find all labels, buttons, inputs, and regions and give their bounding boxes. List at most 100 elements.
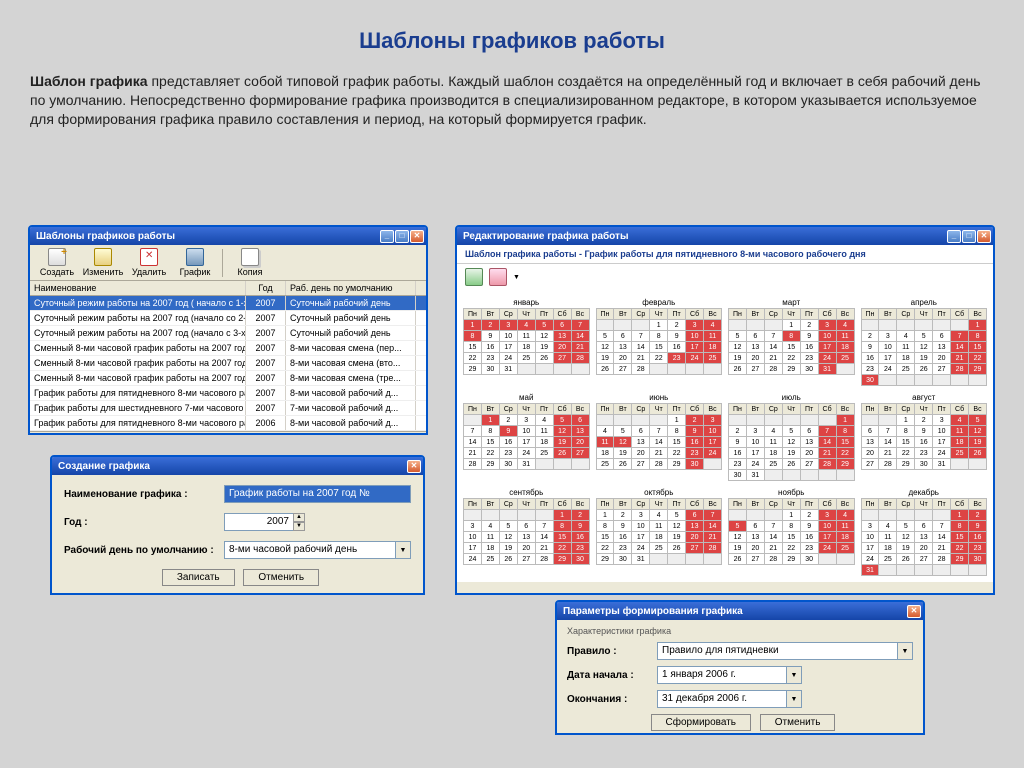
calendar-day[interactable]: 19 xyxy=(668,532,686,543)
calendar-day[interactable]: 18 xyxy=(836,342,854,353)
calendar-day[interactable]: 21 xyxy=(535,543,553,554)
calendar-day[interactable]: 18 xyxy=(481,543,499,554)
close-icon[interactable]: ✕ xyxy=(907,605,921,618)
calendar-day[interactable]: 26 xyxy=(553,448,571,459)
calendar-day[interactable]: 20 xyxy=(553,342,571,353)
calendar-day[interactable]: 13 xyxy=(632,437,650,448)
calendar-day[interactable]: 11 xyxy=(481,532,499,543)
calendar-day[interactable]: 22 xyxy=(836,448,854,459)
calendar-day[interactable]: 31 xyxy=(933,459,951,470)
calendar-day[interactable]: 19 xyxy=(535,342,553,353)
calendar-day[interactable]: 8 xyxy=(782,521,800,532)
calendar-day[interactable]: 1 xyxy=(464,320,482,331)
calendar-day[interactable]: 17 xyxy=(746,448,764,459)
calendar-day[interactable]: 19 xyxy=(729,353,747,364)
calendar-day[interactable]: 20 xyxy=(571,437,589,448)
calendar-day[interactable]: 14 xyxy=(818,437,836,448)
calendar-day[interactable]: 22 xyxy=(897,448,915,459)
calendar-day[interactable]: 10 xyxy=(704,426,722,437)
calendar-day[interactable]: 12 xyxy=(596,342,614,353)
calendar-day[interactable]: 24 xyxy=(632,543,650,554)
calendar-day[interactable]: 8 xyxy=(481,426,499,437)
calendar-day[interactable]: 26 xyxy=(969,448,987,459)
calendar-day[interactable]: 9 xyxy=(668,331,686,342)
calendar-day[interactable]: 26 xyxy=(499,554,517,565)
calendar-day[interactable]: 4 xyxy=(836,510,854,521)
calendar-day[interactable]: 18 xyxy=(879,543,897,554)
table-row[interactable]: График работы для пятидневного 8-ми часо… xyxy=(30,416,426,431)
calendar-day[interactable]: 30 xyxy=(571,554,589,565)
calendar-day[interactable]: 4 xyxy=(879,521,897,532)
calendar-day[interactable]: 15 xyxy=(464,342,482,353)
calendar-day[interactable]: 23 xyxy=(800,543,818,554)
calendar-day[interactable]: 14 xyxy=(632,342,650,353)
calendar-day[interactable]: 21 xyxy=(933,543,951,554)
templates-titlebar[interactable]: Шаблоны графиков работы _ □ ✕ xyxy=(30,227,426,245)
calendar-day[interactable]: 15 xyxy=(650,342,668,353)
calendar-day[interactable]: 13 xyxy=(686,521,704,532)
calendar-day[interactable]: 1 xyxy=(836,415,854,426)
generate-button[interactable]: Сформировать xyxy=(651,714,752,731)
calendar-day[interactable]: 11 xyxy=(596,437,614,448)
calendar-day[interactable]: 19 xyxy=(614,448,632,459)
calendar-day[interactable]: 19 xyxy=(553,437,571,448)
calendar-day[interactable]: 25 xyxy=(836,353,854,364)
table-row[interactable]: График работы для шестидневного 7-ми час… xyxy=(30,401,426,416)
calendar-day[interactable]: 12 xyxy=(782,437,800,448)
cancel-button[interactable]: Отменить xyxy=(760,714,836,731)
calendar-day[interactable]: 27 xyxy=(686,543,704,554)
calendar-day[interactable]: 8 xyxy=(969,331,987,342)
delete-button[interactable]: Удалить xyxy=(127,248,171,277)
calendar-day[interactable]: 7 xyxy=(704,510,722,521)
calendar-day[interactable]: 23 xyxy=(499,448,517,459)
calendar-day[interactable]: 1 xyxy=(897,415,915,426)
calendar-day[interactable]: 18 xyxy=(650,532,668,543)
calendar-day[interactable]: 2 xyxy=(800,510,818,521)
calendar-day[interactable]: 23 xyxy=(915,448,933,459)
calendar-day[interactable]: 11 xyxy=(517,331,535,342)
calendar-day[interactable]: 14 xyxy=(764,532,782,543)
calendar-day[interactable]: 9 xyxy=(800,521,818,532)
calendar-day[interactable]: 23 xyxy=(800,353,818,364)
calendar-day[interactable]: 5 xyxy=(596,331,614,342)
calendar-day[interactable]: 16 xyxy=(481,342,499,353)
calendar-day[interactable]: 9 xyxy=(800,331,818,342)
calendar-day[interactable]: 5 xyxy=(729,521,747,532)
calendar-day[interactable]: 24 xyxy=(879,364,897,375)
calendar-day[interactable]: 6 xyxy=(933,331,951,342)
calendar-day[interactable]: 28 xyxy=(951,364,969,375)
calendar-day[interactable]: 9 xyxy=(729,437,747,448)
calendar-day[interactable]: 26 xyxy=(915,364,933,375)
calendar-day[interactable]: 2 xyxy=(729,426,747,437)
calendar-day[interactable]: 25 xyxy=(951,448,969,459)
col-year[interactable]: Год xyxy=(246,281,286,295)
calendar-day[interactable]: 14 xyxy=(650,437,668,448)
calendar-day[interactable]: 3 xyxy=(686,320,704,331)
calendar-day[interactable]: 6 xyxy=(746,331,764,342)
calendar-day[interactable]: 20 xyxy=(686,532,704,543)
create-button[interactable]: Создать xyxy=(35,248,79,277)
calendar-day[interactable]: 31 xyxy=(746,470,764,481)
calendar-day[interactable]: 21 xyxy=(464,448,482,459)
calendar-day[interactable]: 22 xyxy=(464,353,482,364)
calendar-day[interactable]: 8 xyxy=(553,521,571,532)
calendar-day[interactable]: 7 xyxy=(464,426,482,437)
calendar-day[interactable]: 30 xyxy=(915,459,933,470)
calendar-day[interactable]: 1 xyxy=(782,510,800,521)
calendar-day[interactable]: 23 xyxy=(969,543,987,554)
calendar-day[interactable]: 10 xyxy=(499,331,517,342)
calendar-day[interactable]: 27 xyxy=(517,554,535,565)
calendar-day[interactable]: 7 xyxy=(535,521,553,532)
calendar-day[interactable]: 17 xyxy=(632,532,650,543)
calendar-day[interactable]: 28 xyxy=(535,554,553,565)
calendar-day[interactable]: 18 xyxy=(596,448,614,459)
calendar-day[interactable]: 25 xyxy=(897,364,915,375)
calendar-day[interactable]: 6 xyxy=(632,426,650,437)
table-row[interactable]: Сменный 8-ми часовой график работы на 20… xyxy=(30,371,426,386)
calendar-day[interactable]: 31 xyxy=(861,565,879,576)
calendar-day[interactable]: 4 xyxy=(897,331,915,342)
calendar-day[interactable]: 26 xyxy=(729,554,747,565)
calendar-day[interactable]: 23 xyxy=(614,543,632,554)
calendar-day[interactable]: 2 xyxy=(969,510,987,521)
calendar-day[interactable]: 24 xyxy=(464,554,482,565)
